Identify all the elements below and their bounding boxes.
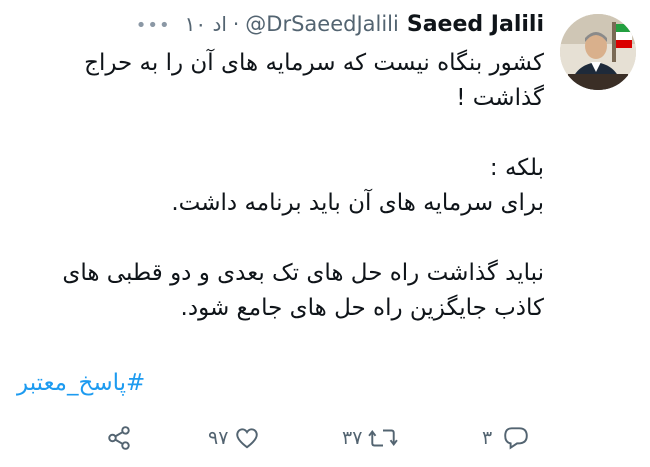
- heart-icon: [234, 425, 260, 451]
- reply-count: ۳: [482, 427, 493, 449]
- tweet-card[interactable]: ••• ۱۰ اد · @DrSaeedJalili Saeed Jalili …: [0, 0, 650, 467]
- avatar-image: [560, 14, 636, 90]
- more-options-icon[interactable]: •••: [136, 16, 171, 36]
- tweet-text-line: کشور بنگاه نیست که سرمایه های آن را به ح…: [84, 50, 544, 111]
- like-count: ۹۷: [208, 427, 229, 449]
- separator: ·: [232, 12, 240, 36]
- display-name[interactable]: Saeed Jalili: [407, 12, 544, 37]
- tweet-header: ••• ۱۰ اد · @DrSaeedJalili Saeed Jalili: [136, 12, 544, 37]
- tweet-time[interactable]: ۱۰ اد: [185, 12, 227, 36]
- share-icon: [106, 425, 132, 451]
- like-button[interactable]: ۹۷: [204, 418, 260, 458]
- tweet-text-line: بلکه :: [489, 155, 544, 181]
- tweet-actions: ۹۷ ۳۷ ۳: [0, 418, 650, 458]
- retweet-button[interactable]: ۳۷: [338, 418, 399, 458]
- avatar[interactable]: [560, 14, 636, 90]
- tweet-text-line: نباید گذاشت راه حل های تک بعدی و دو قطبی…: [62, 260, 544, 321]
- tweet-text-line: برای سرمایه های آن باید برنامه داشت.: [171, 190, 544, 216]
- retweet-icon: [368, 425, 399, 451]
- reply-icon: [502, 425, 530, 451]
- hashtag-link[interactable]: #پاسخ_معتبر: [17, 370, 145, 396]
- retweet-count: ۳۷: [342, 427, 363, 449]
- tweet-body: کشور بنگاه نیست که سرمایه های آن را به ح…: [24, 46, 544, 326]
- share-button[interactable]: [106, 418, 132, 458]
- reply-button[interactable]: ۳: [478, 418, 530, 458]
- user-handle[interactable]: @DrSaeedJalili: [245, 12, 399, 36]
